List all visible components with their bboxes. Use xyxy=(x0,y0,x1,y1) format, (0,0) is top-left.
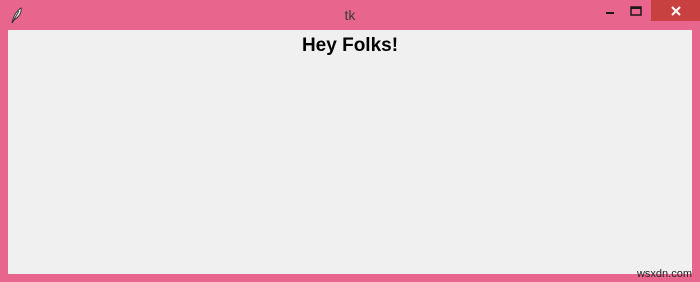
minimize-button[interactable] xyxy=(598,0,622,21)
close-icon xyxy=(670,5,681,16)
title-bar[interactable]: tk xyxy=(0,0,700,30)
window-content: Hey Folks! xyxy=(8,30,692,274)
minimize-icon xyxy=(606,11,614,14)
app-window: tk Hey Folks! xyxy=(0,0,700,282)
maximize-icon xyxy=(630,5,642,16)
watermark-text: wsxdn.com xyxy=(636,268,692,280)
greeting-label: Hey Folks! xyxy=(301,35,399,56)
maximize-button[interactable] xyxy=(624,0,648,21)
window-title: tk xyxy=(344,7,356,23)
close-button[interactable] xyxy=(651,0,700,21)
